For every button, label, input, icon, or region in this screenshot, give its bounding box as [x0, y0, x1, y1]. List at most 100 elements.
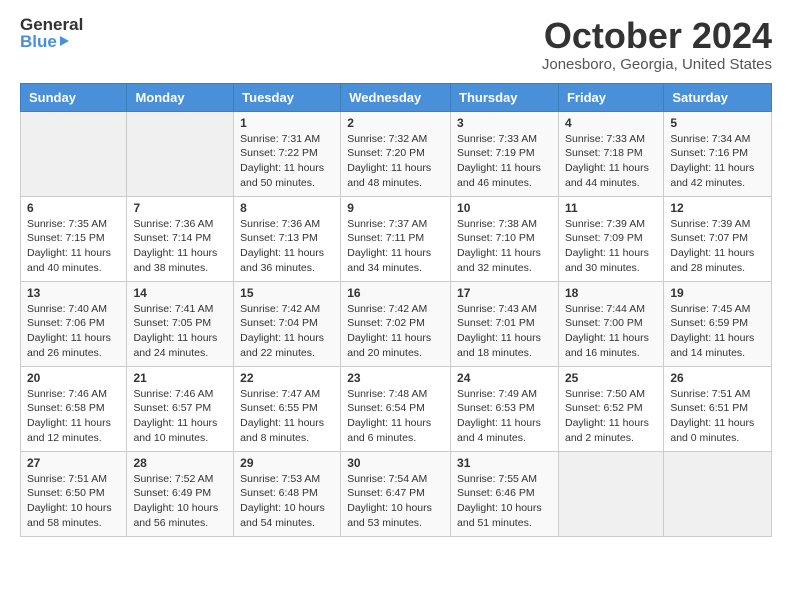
calendar-cell: 28 Sunrise: 7:52 AMSunset: 6:49 PMDayligh… — [127, 451, 234, 536]
calendar-cell: 8Sunrise: 7:36 AMSunset: 7:13 PMDaylight… — [234, 196, 341, 281]
month-title: October 2024 — [542, 16, 772, 56]
day-info: Sunrise: 7:33 AMSunset: 7:18 PMDaylight:… — [565, 132, 657, 191]
day-number: 7 — [133, 201, 227, 215]
day-info: Sunrise: 7:53 AMSunset: 6:48 PMDaylight:… — [240, 472, 334, 531]
calendar-cell: 19Sunrise: 7:45 AMSunset: 6:59 PMDayligh… — [664, 281, 772, 366]
calendar-cell: 31 Sunrise: 7:55 AMSunset: 6:46 PMDayligh… — [451, 451, 559, 536]
calendar-cell: 21Sunrise: 7:46 AMSunset: 6:57 PMDayligh… — [127, 366, 234, 451]
day-info: Sunrise: 7:35 AMSunset: 7:15 PMDaylight:… — [27, 217, 120, 276]
day-info: Sunrise: 7:42 AMSunset: 7:02 PMDaylight:… — [347, 302, 444, 361]
day-number: 5 — [670, 116, 765, 130]
day-number: 27 — [27, 456, 120, 470]
logo-text: General Blue — [20, 16, 83, 50]
calendar-cell: 7 Sunrise: 7:36 AMSunset: 7:14 PMDaylight… — [127, 196, 234, 281]
day-info: Sunrise: 7:49 AMSunset: 6:53 PMDaylight:… — [457, 387, 552, 446]
calendar-cell: 12Sunrise: 7:39 AMSunset: 7:07 PMDayligh… — [664, 196, 772, 281]
calendar-cell: 4 Sunrise: 7:33 AMSunset: 7:18 PMDaylight… — [558, 111, 663, 196]
day-number: 26 — [670, 371, 765, 385]
day-info: Sunrise: 7:42 AMSunset: 7:04 PMDaylight:… — [240, 302, 334, 361]
day-info: Sunrise: 7:37 AMSunset: 7:11 PMDaylight:… — [347, 217, 444, 276]
day-number: 17 — [457, 286, 552, 300]
calendar-cell — [21, 111, 127, 196]
day-number: 18 — [565, 286, 657, 300]
calendar-cell: 18 Sunrise: 7:44 AMSunset: 7:00 PMDayligh… — [558, 281, 663, 366]
day-info: Sunrise: 7:48 AMSunset: 6:54 PMDaylight:… — [347, 387, 444, 446]
day-number: 11 — [565, 201, 657, 215]
calendar-cell: 1Sunrise: 7:31 AMSunset: 7:22 PMDaylight… — [234, 111, 341, 196]
day-number: 19 — [670, 286, 765, 300]
day-number: 22 — [240, 371, 334, 385]
calendar-cell: 15 Sunrise: 7:42 AMSunset: 7:04 PMDayligh… — [234, 281, 341, 366]
calendar-cell: 14Sunrise: 7:41 AMSunset: 7:05 PMDayligh… — [127, 281, 234, 366]
day-number: 9 — [347, 201, 444, 215]
day-number: 3 — [457, 116, 552, 130]
calendar-cell: 26 Sunrise: 7:51 AMSunset: 6:51 PMDayligh… — [664, 366, 772, 451]
calendar-week-2: 6 Sunrise: 7:35 AMSunset: 7:15 PMDaylight… — [21, 196, 772, 281]
day-info: Sunrise: 7:36 AMSunset: 7:14 PMDaylight:… — [133, 217, 227, 276]
calendar-header-monday: Monday — [127, 83, 234, 111]
calendar-cell — [664, 451, 772, 536]
day-info: Sunrise: 7:55 AMSunset: 6:46 PMDaylight:… — [457, 472, 552, 531]
day-info: Sunrise: 7:51 AMSunset: 6:50 PMDaylight:… — [27, 472, 120, 531]
header: General Blue October 2024 Jonesboro, Geo… — [20, 16, 772, 73]
day-number: 13 — [27, 286, 120, 300]
calendar-table: SundayMondayTuesdayWednesdayThursdayFrid… — [20, 83, 772, 537]
calendar-cell: 11 Sunrise: 7:39 AMSunset: 7:09 PMDayligh… — [558, 196, 663, 281]
calendar-cell: 20 Sunrise: 7:46 AMSunset: 6:58 PMDayligh… — [21, 366, 127, 451]
calendar-cell: 27 Sunrise: 7:51 AMSunset: 6:50 PMDayligh… — [21, 451, 127, 536]
calendar-cell: 10 Sunrise: 7:38 AMSunset: 7:10 PMDayligh… — [451, 196, 559, 281]
page: General Blue October 2024 Jonesboro, Geo… — [0, 0, 792, 553]
calendar-cell: 16Sunrise: 7:42 AMSunset: 7:02 PMDayligh… — [341, 281, 451, 366]
day-number: 29 — [240, 456, 334, 470]
day-info: Sunrise: 7:44 AMSunset: 7:00 PMDaylight:… — [565, 302, 657, 361]
day-number: 24 — [457, 371, 552, 385]
day-info: Sunrise: 7:34 AMSunset: 7:16 PMDaylight:… — [670, 132, 765, 191]
calendar-cell: 17 Sunrise: 7:43 AMSunset: 7:01 PMDayligh… — [451, 281, 559, 366]
calendar-cell: 30 Sunrise: 7:54 AMSunset: 6:47 PMDayligh… — [341, 451, 451, 536]
calendar-cell — [127, 111, 234, 196]
day-number: 31 — [457, 456, 552, 470]
day-info: Sunrise: 7:52 AMSunset: 6:49 PMDaylight:… — [133, 472, 227, 531]
calendar-header-sunday: Sunday — [21, 83, 127, 111]
day-info: Sunrise: 7:46 AMSunset: 6:58 PMDaylight:… — [27, 387, 120, 446]
day-number: 15 — [240, 286, 334, 300]
calendar-header-row: SundayMondayTuesdayWednesdayThursdayFrid… — [21, 83, 772, 111]
calendar-header-tuesday: Tuesday — [234, 83, 341, 111]
calendar-cell: 5 Sunrise: 7:34 AMSunset: 7:16 PMDaylight… — [664, 111, 772, 196]
day-info: Sunrise: 7:54 AMSunset: 6:47 PMDaylight:… — [347, 472, 444, 531]
day-number: 2 — [347, 116, 444, 130]
day-info: Sunrise: 7:47 AMSunset: 6:55 PMDaylight:… — [240, 387, 334, 446]
day-number: 30 — [347, 456, 444, 470]
day-number: 6 — [27, 201, 120, 215]
calendar-cell: 13 Sunrise: 7:40 AMSunset: 7:06 PMDayligh… — [21, 281, 127, 366]
day-number: 10 — [457, 201, 552, 215]
day-info: Sunrise: 7:39 AMSunset: 7:09 PMDaylight:… — [565, 217, 657, 276]
calendar-cell: 22 Sunrise: 7:47 AMSunset: 6:55 PMDayligh… — [234, 366, 341, 451]
location: Jonesboro, Georgia, United States — [542, 56, 772, 73]
day-info: Sunrise: 7:32 AMSunset: 7:20 PMDaylight:… — [347, 132, 444, 191]
calendar-week-3: 13 Sunrise: 7:40 AMSunset: 7:06 PMDayligh… — [21, 281, 772, 366]
day-info: Sunrise: 7:43 AMSunset: 7:01 PMDaylight:… — [457, 302, 552, 361]
calendar-cell — [558, 451, 663, 536]
calendar-header-wednesday: Wednesday — [341, 83, 451, 111]
calendar-cell: 24 Sunrise: 7:49 AMSunset: 6:53 PMDayligh… — [451, 366, 559, 451]
day-info: Sunrise: 7:33 AMSunset: 7:19 PMDaylight:… — [457, 132, 552, 191]
day-number: 4 — [565, 116, 657, 130]
calendar-week-1: 1Sunrise: 7:31 AMSunset: 7:22 PMDaylight… — [21, 111, 772, 196]
day-number: 8 — [240, 201, 334, 215]
day-info: Sunrise: 7:40 AMSunset: 7:06 PMDaylight:… — [27, 302, 120, 361]
day-info: Sunrise: 7:51 AMSunset: 6:51 PMDaylight:… — [670, 387, 765, 446]
title-block: October 2024 Jonesboro, Georgia, United … — [542, 16, 772, 73]
logo-line1: General — [20, 16, 83, 33]
day-info: Sunrise: 7:38 AMSunset: 7:10 PMDaylight:… — [457, 217, 552, 276]
logo-line2: Blue — [20, 33, 83, 50]
calendar-cell: 9 Sunrise: 7:37 AMSunset: 7:11 PMDaylight… — [341, 196, 451, 281]
logo: General Blue — [20, 16, 83, 50]
day-info: Sunrise: 7:41 AMSunset: 7:05 PMDaylight:… — [133, 302, 227, 361]
day-number: 28 — [133, 456, 227, 470]
logo-blue-text: Blue — [20, 33, 57, 50]
logo-triangle-icon — [60, 36, 69, 46]
calendar-header-friday: Friday — [558, 83, 663, 111]
day-number: 20 — [27, 371, 120, 385]
calendar-cell: 23Sunrise: 7:48 AMSunset: 6:54 PMDayligh… — [341, 366, 451, 451]
